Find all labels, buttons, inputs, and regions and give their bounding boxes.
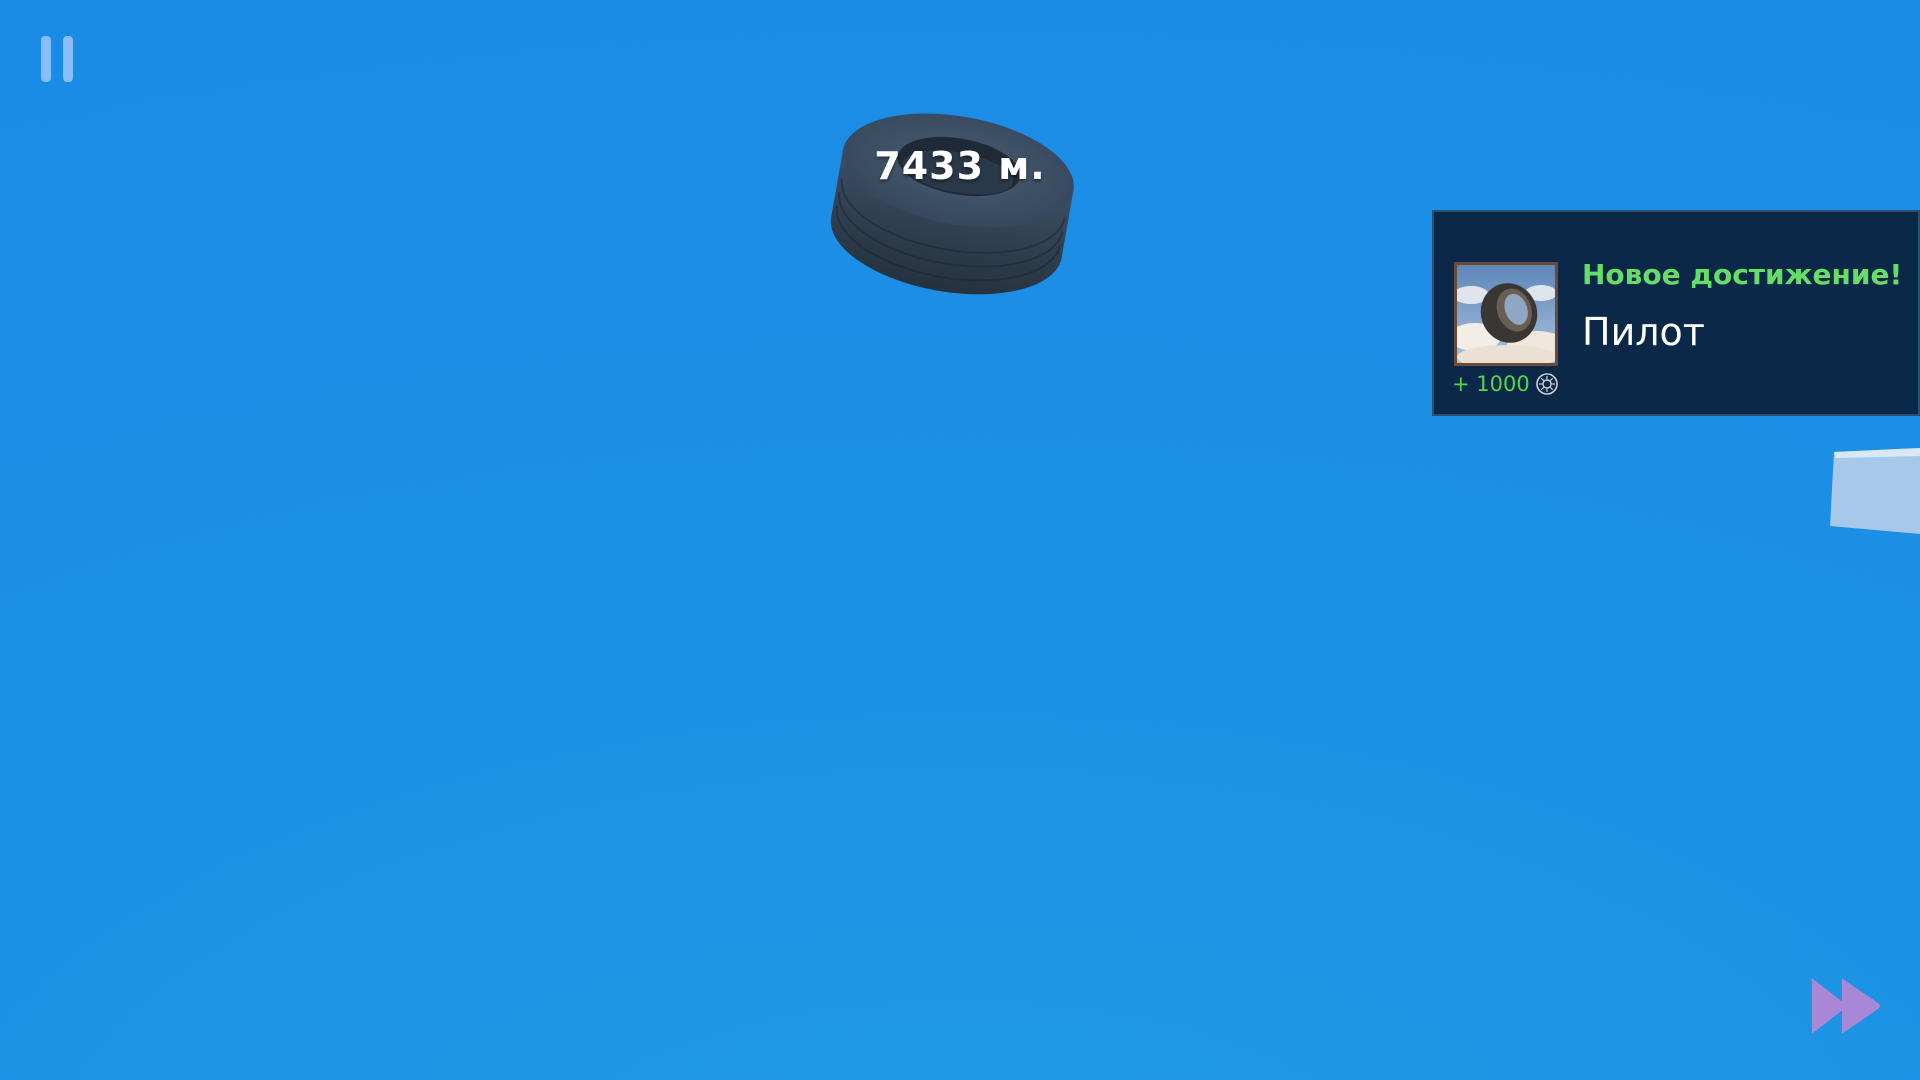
tire-object (830, 113, 1074, 295)
achievement-heading: Новое достижение! (1582, 258, 1903, 291)
fast-forward-icon (1811, 978, 1880, 1034)
achievement-name: Пилот (1582, 310, 1705, 354)
distance-counter: 7433 м. (874, 144, 1046, 188)
pause-button[interactable] (38, 36, 78, 82)
reward-amount: + 1000 (1452, 372, 1530, 396)
game-view: 7433 м. Новое достижение! Пилот + 1000 (0, 0, 1920, 1080)
flying-tire-image (1454, 262, 1558, 366)
cloud-block (1830, 448, 1920, 534)
achievement-toast: Новое достижение! Пилот + 1000 (1432, 210, 1920, 416)
fast-forward-button[interactable] (1808, 976, 1884, 1036)
achievement-reward: + 1000 (1452, 372, 1558, 396)
coin-icon (1535, 373, 1558, 395)
